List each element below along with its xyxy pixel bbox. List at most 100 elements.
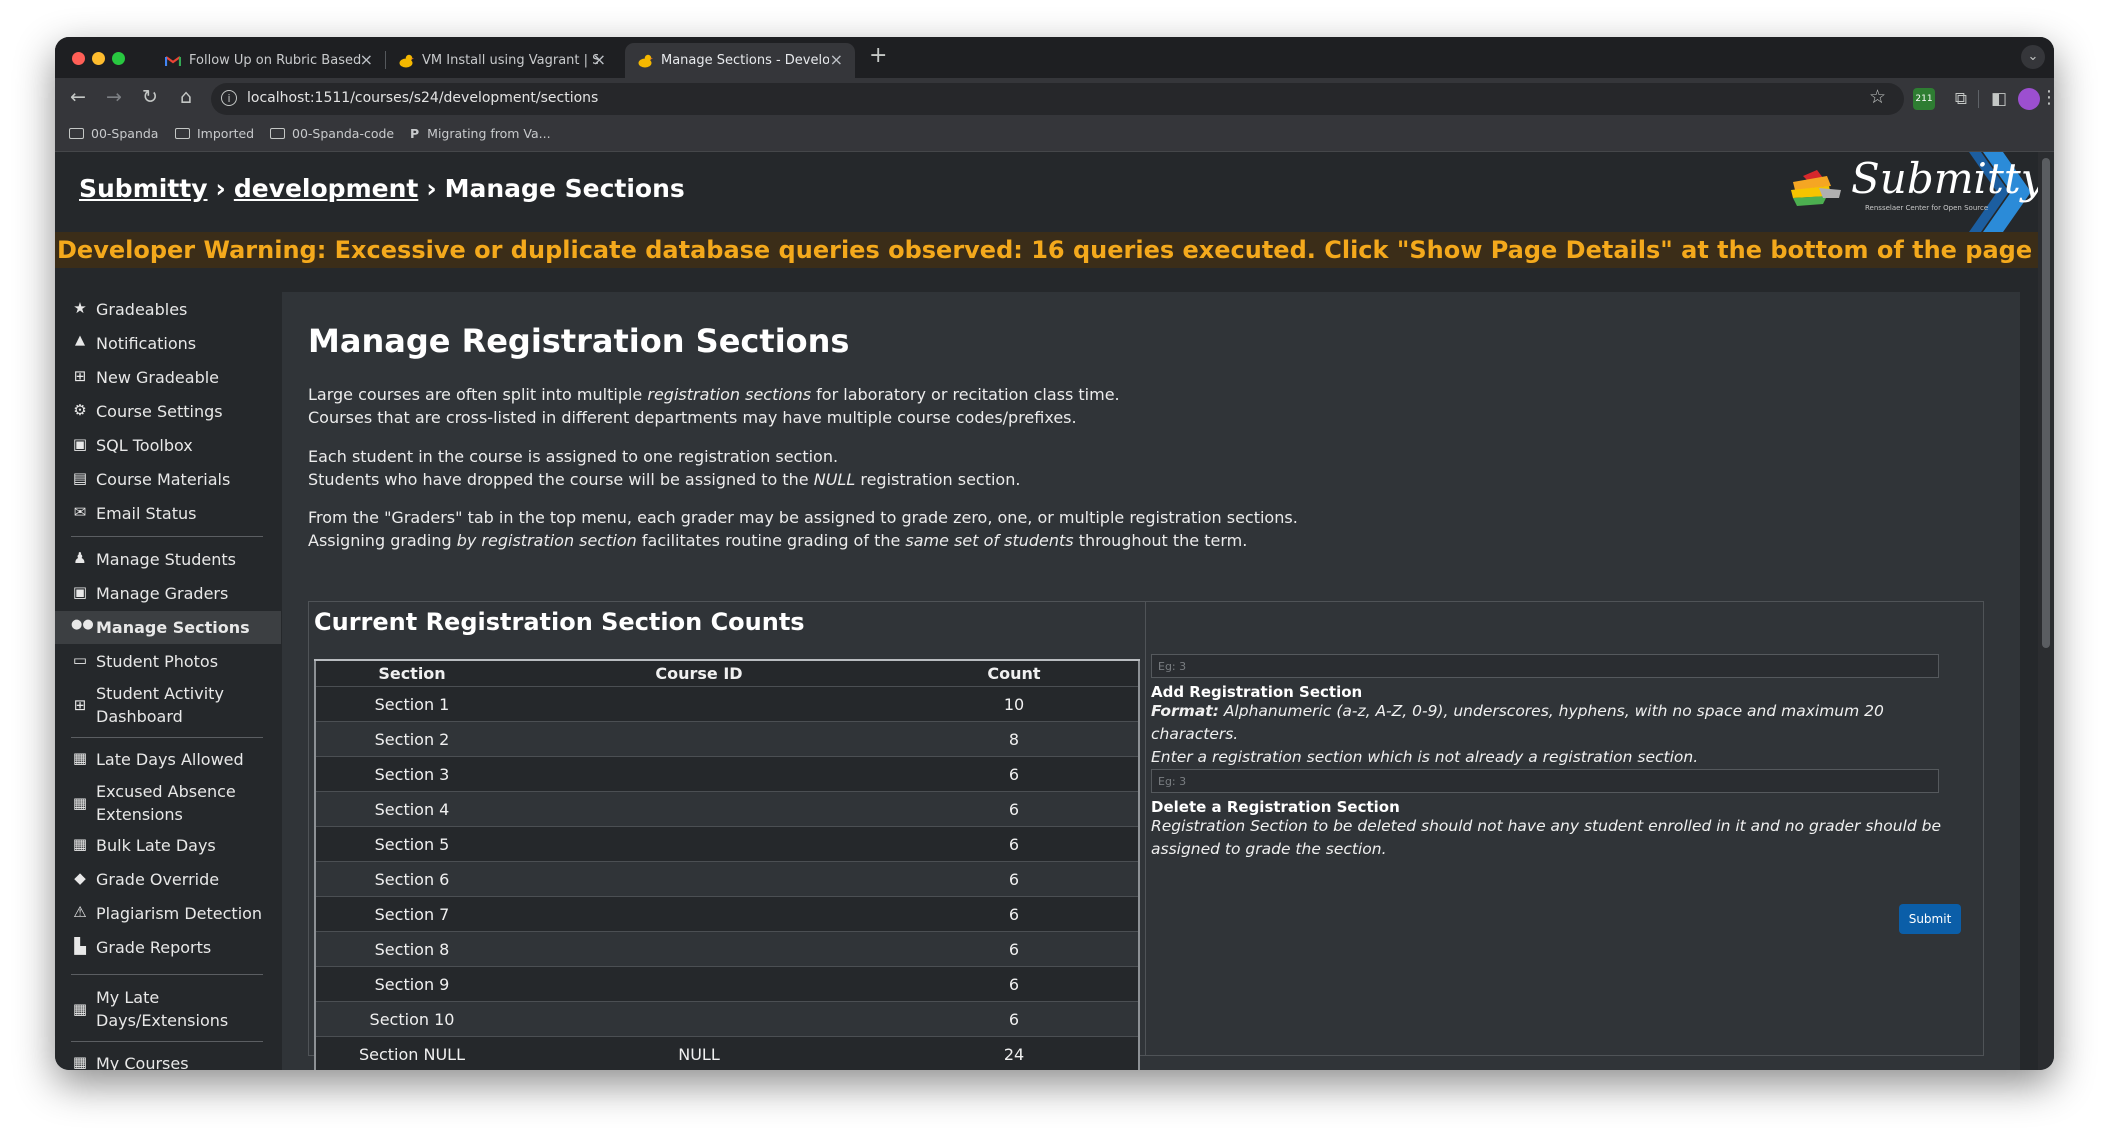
calendar-plus-icon: ▦ [72, 794, 88, 812]
file-icon: ▤ [72, 469, 88, 487]
tab-strip: Follow Up on Rubric Based Au × VM Instal… [55, 37, 2054, 78]
emphasis: NULL [813, 470, 856, 489]
sidebar-item-bulk-late-days[interactable]: ▦ Bulk Late Days [55, 830, 281, 862]
logo-text: Submitty [1851, 154, 2038, 203]
tab-gmail[interactable]: Follow Up on Rubric Based Au × [153, 43, 385, 78]
new-tab-icon[interactable]: + [869, 43, 887, 68]
sidebar-item-student-photos[interactable]: ▭ Student Photos [55, 646, 281, 678]
sidebar-item-label: Days/Extensions [96, 1011, 229, 1030]
breadcrumb-current: Manage Sections [444, 174, 685, 203]
tab-vagrant[interactable]: VM Install using Vagrant | Sub × [386, 43, 618, 78]
sidebar-item-excused-absence-extensions[interactable]: ▦ Excused Absence Extensions [55, 778, 281, 828]
tab-close-icon[interactable]: × [830, 50, 843, 69]
text: Assigning grading [308, 531, 457, 550]
extensions-puzzle-icon[interactable]: ⧉ [1950, 88, 1972, 110]
table-cell: 6 [890, 1001, 1139, 1037]
profile-avatar[interactable] [2018, 88, 2040, 110]
tab-close-icon[interactable]: × [360, 50, 373, 69]
sidebar-item-notifications[interactable]: ▲ Notifications [55, 328, 281, 360]
page-scrollbar[interactable] [2038, 152, 2054, 1070]
scrollbar-thumb[interactable] [2042, 158, 2050, 648]
column-header: Section [315, 659, 508, 687]
folder-icon [69, 128, 84, 139]
bookmark-star-icon[interactable]: ☆ [1869, 86, 1886, 108]
bookmark-folder[interactable]: Imported [175, 126, 254, 141]
maximize-window-icon[interactable] [112, 52, 125, 65]
calendar-icon: ▦ [72, 1000, 88, 1018]
chevron-right-icon: › [215, 174, 226, 203]
gear-icon: ⚙ [73, 401, 87, 419]
sidebar-item-label: Plagiarism Detection [96, 904, 263, 923]
bookmark-folder[interactable]: 00-Spanda [69, 126, 158, 141]
delete-section-help: Registration Section to be deleted shoul… [1151, 817, 1942, 858]
sidebar-item-course-materials[interactable]: ▤ Course Materials [55, 464, 281, 496]
breadcrumb-submitty-link[interactable]: Submitty [79, 174, 208, 203]
sidebar-item-grade-reports[interactable]: ▙ Grade Reports [55, 932, 281, 964]
bookmark-label: 00-Spanda [91, 126, 159, 141]
sidebar-item-late-days-allowed[interactable]: ▦ Late Days Allowed [55, 744, 281, 776]
forward-icon[interactable]: → [103, 86, 125, 108]
sidebar-item-grade-override[interactable]: ◆ Grade Override [55, 864, 281, 896]
sidebar-item-gradeables[interactable]: ★ Gradeables [55, 294, 281, 326]
sidebar-item-sql-toolbox[interactable]: ▣ SQL Toolbox [55, 430, 281, 462]
table-cell [508, 791, 890, 827]
bookmark-folder[interactable]: 00-Spanda-code [270, 126, 394, 141]
breadcrumb-course-link[interactable]: development [234, 174, 419, 203]
calendar-extension-icon[interactable]: 211 [1913, 88, 1935, 110]
sidebar-item-manage-graders[interactable]: ▣ Manage Graders [55, 578, 281, 610]
table-cell: 6 [890, 756, 1139, 792]
tab-search-chevron-icon[interactable]: ⌄ [2021, 45, 2045, 69]
sidebar-item-label: Grade Override [96, 870, 220, 889]
back-icon[interactable]: ← [67, 86, 89, 108]
bookmark-label: 00-Spanda-code [292, 126, 395, 141]
tab-close-icon[interactable]: × [593, 50, 606, 69]
address-bar[interactable]: i localhost:1511/courses/s24/development… [211, 83, 1904, 115]
sidebar-item-label: Manage Students [96, 550, 236, 569]
chevron-right-icon: › [426, 174, 437, 203]
sidebar-item-new-gradeable[interactable]: ⊞ New Gradeable [55, 362, 281, 394]
delete-section-label: Delete a Registration Section [1151, 798, 1400, 816]
site-info-icon[interactable]: i [221, 90, 237, 106]
sidebar-item-email-status[interactable]: ✉ Email Status [55, 498, 281, 530]
table-cell: Section 7 [315, 896, 508, 932]
tab-title: Manage Sections - Developm [661, 53, 829, 68]
table-cell: Section 10 [315, 1001, 508, 1037]
submit-button[interactable]: Submit [1899, 904, 1961, 934]
table-cell: Section 4 [315, 791, 508, 827]
sidebar-item-course-settings[interactable]: ⚙ Course Settings [55, 396, 281, 428]
home-icon[interactable]: ⌂ [175, 86, 197, 108]
table-cell [508, 686, 890, 722]
toolbox-icon: ▣ [72, 435, 88, 453]
sidebar-item-manage-sections[interactable]: ●● Manage Sections [55, 611, 281, 644]
submitty-logo[interactable]: Submitty Rensselaer Center for Open Sour… [1783, 152, 2038, 232]
table-cell: Section 5 [315, 826, 508, 862]
developer-warning-text: Developer Warning: Excessive or duplicat… [57, 236, 2038, 264]
table-row: Section 2 8 [315, 721, 1139, 757]
sidebar-item-my-courses[interactable]: ▦ My Courses [55, 1048, 281, 1070]
sidebar-divider [71, 1041, 263, 1042]
bookmarks-bar: 00-Spanda Imported 00-Spanda-code P Migra… [55, 120, 2054, 152]
sidebar-item-plagiarism-detection[interactable]: ⚠ Plagiarism Detection [55, 898, 281, 930]
reload-icon[interactable]: ↻ [139, 86, 161, 108]
submitty-duck-icon [399, 54, 414, 68]
delete-section-input[interactable]: Eg: 3 [1151, 769, 1939, 793]
sidebar-item-label: Student Photos [96, 652, 219, 671]
minimize-window-icon[interactable] [92, 52, 105, 65]
menu-kebab-icon[interactable]: ⋮ [2040, 87, 2054, 108]
tab-manage-sections[interactable]: Manage Sections - Developm × [625, 43, 855, 78]
bookmark-link[interactable]: P Migrating from Va... [410, 126, 551, 141]
sidebar-divider [71, 536, 263, 537]
text: facilitates routine grading of the [636, 531, 906, 550]
page-title: Manage Registration Sections [308, 322, 850, 360]
add-section-input[interactable]: Eg: 3 [1151, 654, 1939, 678]
sidebar-item-my-late-days[interactable]: ▦ My Late Days/Extensions [55, 984, 281, 1034]
folder-icon [175, 128, 190, 139]
star-icon: ★ [73, 299, 87, 317]
logo-subtext: Rensselaer Center for Open Source [1865, 204, 1989, 212]
table-cell [508, 826, 890, 862]
sidebar-item-manage-students[interactable]: ♟ Manage Students [55, 544, 281, 576]
close-window-icon[interactable] [72, 52, 85, 65]
table-cell: 8 [890, 721, 1139, 757]
table-cell: Section 2 [315, 721, 508, 757]
sidebar-item-student-activity-dashboard[interactable]: ⊞ Student Activity Dashboard [55, 680, 281, 730]
